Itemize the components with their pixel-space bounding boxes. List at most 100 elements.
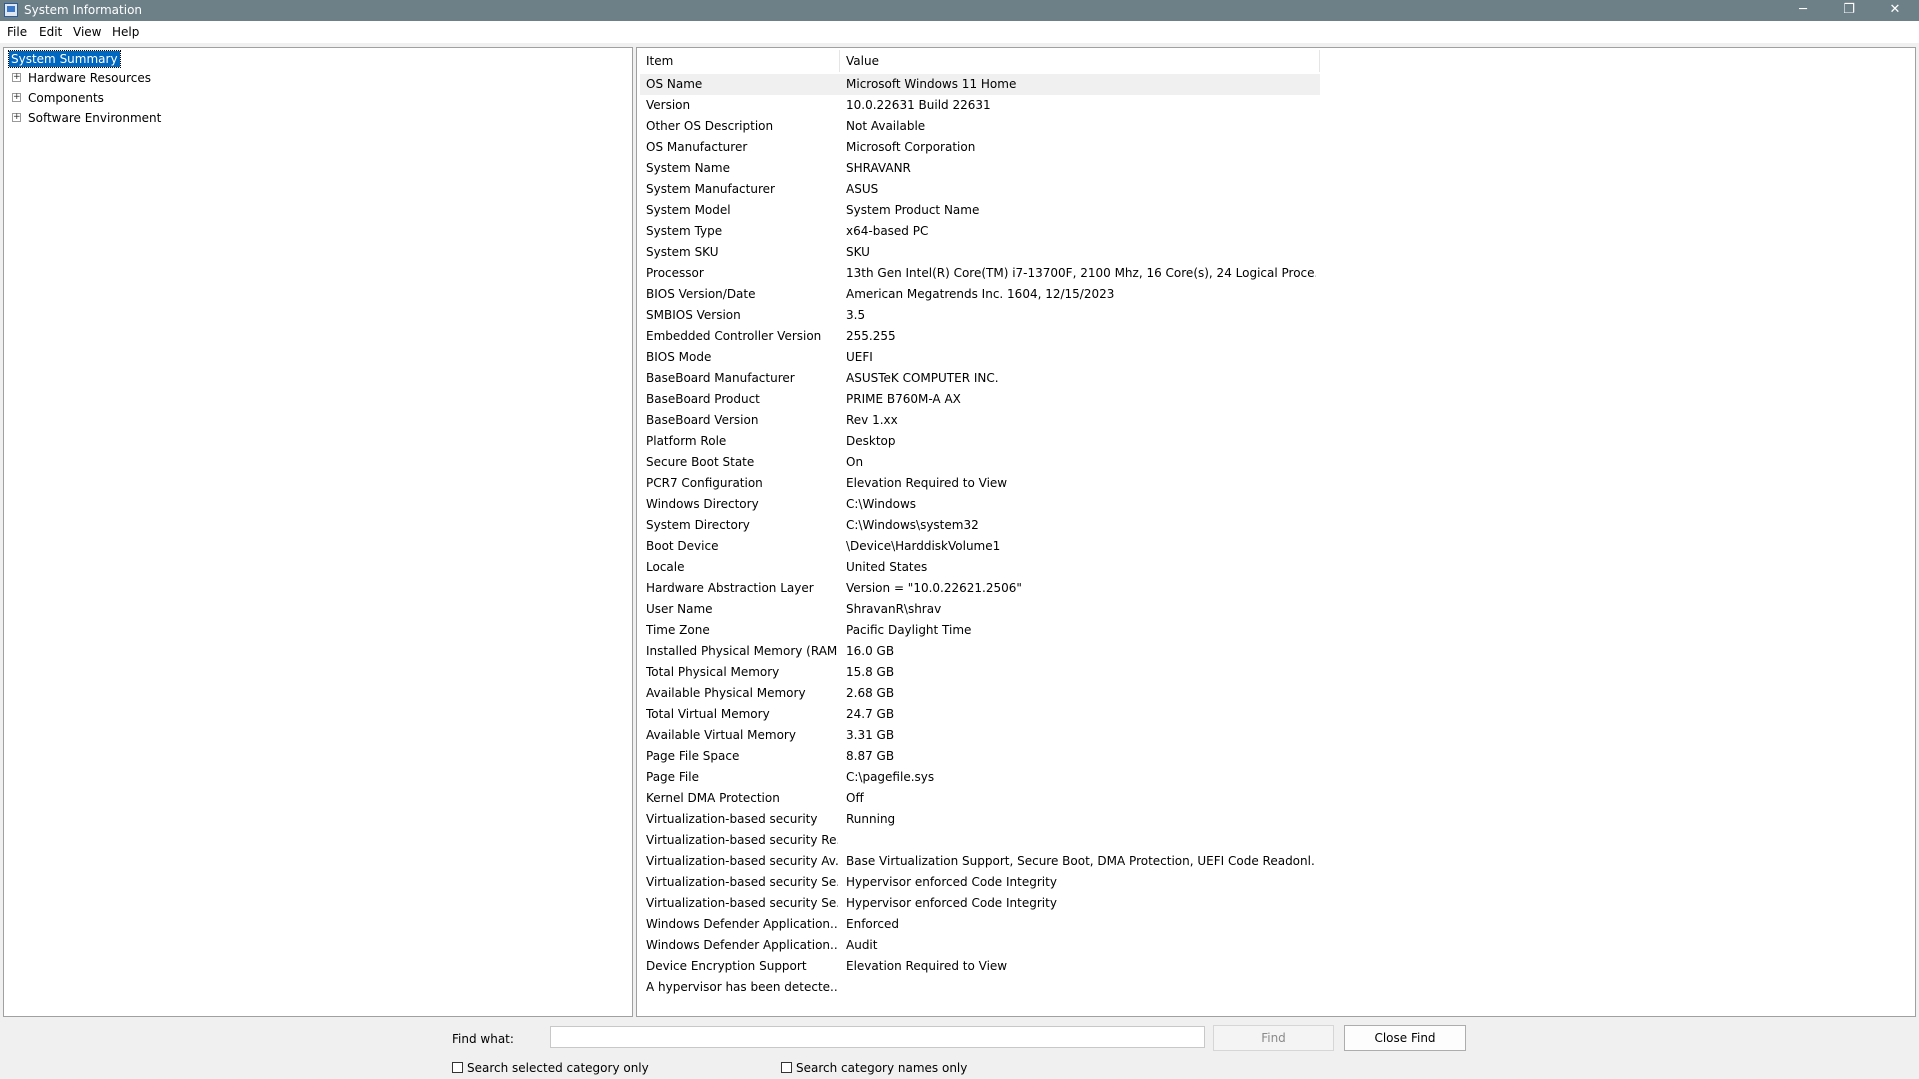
row-item: Hardware Abstraction Layer (646, 581, 814, 595)
table-row[interactable]: BaseBoard Version Rev 1.xx (640, 410, 1320, 431)
table-row[interactable]: System Directory C:\Windows\system32 (640, 515, 1320, 536)
row-item: Other OS Description (646, 119, 774, 133)
find-what-input[interactable] (550, 1026, 1205, 1048)
table-row[interactable]: Windows Defender Application... Audit (640, 935, 1320, 956)
table-row[interactable]: Total Physical Memory 15.8 GB (640, 662, 1320, 683)
menu-bar: File Edit View Help (0, 21, 1919, 43)
table-row[interactable]: Processor 13th Gen Intel(R) Core(TM) i7-1… (640, 263, 1320, 284)
row-value: United States (846, 560, 928, 574)
tree-item-label: Components (28, 91, 104, 105)
table-row[interactable]: Windows Directory C:\Windows (640, 494, 1320, 515)
table-row[interactable]: Boot Device \Device\HarddiskVolume1 (640, 536, 1320, 557)
row-item: Version (646, 98, 691, 112)
find-what-label: Find what: (452, 1032, 514, 1046)
table-row[interactable]: Locale United States (640, 557, 1320, 578)
table-row[interactable]: Total Virtual Memory 24.7 GB (640, 704, 1320, 725)
restore-button[interactable]: ❐ (1826, 0, 1872, 21)
row-value: C:\Windows\system32 (846, 518, 979, 532)
find-button[interactable]: Find (1213, 1025, 1334, 1051)
row-value: \Device\HarddiskVolume1 (846, 539, 1001, 553)
find-bar: Find what: Find Close Find Search select… (0, 1020, 1919, 1079)
row-item: Virtualization-based security (646, 812, 818, 826)
row-value: 255.255 (846, 329, 896, 343)
expand-plus-icon[interactable]: + (12, 113, 21, 122)
row-item: Embedded Controller Version (646, 329, 822, 343)
tree-item-label: Software Environment (28, 111, 162, 125)
table-row[interactable]: Page File Space 8.87 GB (640, 746, 1320, 767)
row-item: Available Physical Memory (646, 686, 806, 700)
table-row[interactable]: System SKU SKU (640, 242, 1320, 263)
row-value: Audit (846, 938, 878, 952)
row-value: ASUSTeK COMPUTER INC. (846, 371, 999, 385)
row-value: System Product Name (846, 203, 980, 217)
table-row[interactable]: Windows Defender Application... Enforced (640, 914, 1320, 935)
column-header-item[interactable]: Item (640, 50, 840, 72)
row-item: System Directory (646, 518, 750, 532)
row-value: ASUS (846, 182, 879, 196)
table-row[interactable]: OS Manufacturer Microsoft Corporation (640, 137, 1320, 158)
menu-file[interactable]: File (7, 25, 27, 39)
table-row[interactable]: Version 10.0.22631 Build 22631 (640, 95, 1320, 116)
row-value: 15.8 GB (846, 665, 895, 679)
table-row[interactable]: Virtualization-based security Running (640, 809, 1320, 830)
table-row[interactable]: Available Physical Memory 2.68 GB (640, 683, 1320, 704)
tree-item-system-summary[interactable]: System Summary (8, 50, 121, 68)
table-row[interactable]: Time Zone Pacific Daylight Time (640, 620, 1320, 641)
row-item: System Model (646, 203, 731, 217)
table-row[interactable]: A hypervisor has been detecte... (640, 977, 1320, 998)
table-row[interactable]: Virtualization-based security Se... Hyper… (640, 893, 1320, 914)
table-row[interactable]: BaseBoard Manufacturer ASUSTeK COMPUTER I… (640, 368, 1320, 389)
row-item: Platform Role (646, 434, 727, 448)
table-row[interactable]: OS Name Microsoft Windows 11 Home (640, 74, 1320, 95)
row-value: x64-based PC (846, 224, 929, 238)
close-button[interactable]: ✕ (1872, 0, 1918, 21)
table-row[interactable]: Page File C:\pagefile.sys (640, 767, 1320, 788)
table-row[interactable]: SMBIOS Version 3.5 (640, 305, 1320, 326)
table-row[interactable]: System Manufacturer ASUS (640, 179, 1320, 200)
expand-plus-icon[interactable]: + (12, 73, 21, 82)
column-header-value[interactable]: Value (840, 50, 1320, 72)
table-row[interactable]: Embedded Controller Version 255.255 (640, 326, 1320, 347)
table-row[interactable]: BaseBoard Product PRIME B760M-A AX (640, 389, 1320, 410)
row-value: 16.0 GB (846, 644, 895, 658)
checkbox-box[interactable] (452, 1062, 463, 1073)
details-list[interactable]: Item Value OS Name Microsoft Windows 11 H… (636, 47, 1916, 1017)
table-row[interactable]: System Name SHRAVANR (640, 158, 1320, 179)
table-row[interactable]: System Model System Product Name (640, 200, 1320, 221)
table-row[interactable]: Virtualization-based security Re... (640, 830, 1320, 851)
checkbox-label: Search selected category only (467, 1061, 649, 1075)
menu-help[interactable]: Help (112, 25, 139, 39)
table-row[interactable]: User Name ShravanR\shrav (640, 599, 1320, 620)
table-row[interactable]: Virtualization-based security Av... Base … (640, 851, 1320, 872)
row-value: 3.5 (846, 308, 866, 322)
table-row[interactable]: Secure Boot State On (640, 452, 1320, 473)
minimize-button[interactable]: ─ (1780, 0, 1826, 21)
table-row[interactable]: System Type x64-based PC (640, 221, 1320, 242)
table-row[interactable]: Available Virtual Memory 3.31 GB (640, 725, 1320, 746)
table-row[interactable]: Device Encryption Support Elevation Requi… (640, 956, 1320, 977)
menu-edit[interactable]: Edit (39, 25, 62, 39)
close-find-button[interactable]: Close Find (1344, 1025, 1466, 1051)
table-row[interactable]: Kernel DMA Protection Off (640, 788, 1320, 809)
row-value: Not Available (846, 119, 926, 133)
table-row[interactable]: BIOS Mode UEFI (640, 347, 1320, 368)
table-row[interactable]: Virtualization-based security Se... Hyper… (640, 872, 1320, 893)
row-value: Version = "10.0.22621.2506" (846, 581, 1022, 595)
row-item: SMBIOS Version (646, 308, 741, 322)
table-row[interactable]: Hardware Abstraction Layer Version = "10.… (640, 578, 1320, 599)
table-row[interactable]: Platform Role Desktop (640, 431, 1320, 452)
row-item: BaseBoard Version (646, 413, 759, 427)
row-item: Available Virtual Memory (646, 728, 796, 742)
category-tree[interactable]: System Summary + Hardware Resources + Co… (3, 47, 633, 1017)
expand-plus-icon[interactable]: + (12, 93, 21, 102)
row-item: Page File Space (646, 749, 740, 763)
row-value: SHRAVANR (846, 161, 911, 175)
row-value: C:\pagefile.sys (846, 770, 935, 784)
row-value: 2.68 GB (846, 686, 895, 700)
table-row[interactable]: BIOS Version/Date American Megatrends Inc… (640, 284, 1320, 305)
table-row[interactable]: Other OS Description Not Available (640, 116, 1320, 137)
checkbox-box[interactable] (781, 1062, 792, 1073)
menu-view[interactable]: View (73, 25, 101, 39)
table-row[interactable]: Installed Physical Memory (RAM) 16.0 GB (640, 641, 1320, 662)
table-row[interactable]: PCR7 Configuration Elevation Required to … (640, 473, 1320, 494)
